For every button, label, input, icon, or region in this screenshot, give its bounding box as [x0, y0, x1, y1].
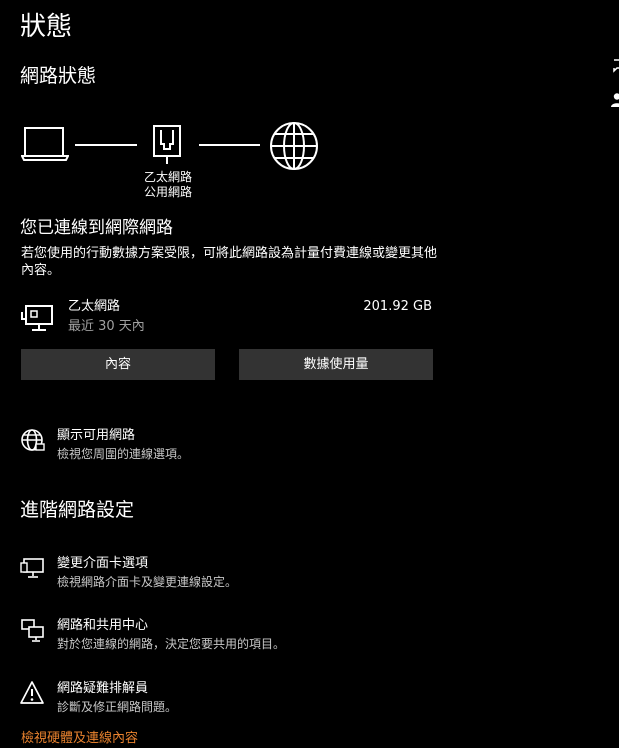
network-troubleshooter-link[interactable]: 網路疑難排解員 診斷及修正網路問題。: [20, 680, 440, 720]
show-networks-description: 檢視您周圍的連線選項。: [57, 447, 190, 461]
ethernet-port-icon: [153, 125, 181, 164]
laptop-icon: [21, 127, 69, 161]
warning-icon: [20, 681, 44, 704]
troubleshooter-description: 診斷及修正網路問題。: [57, 700, 178, 714]
properties-button[interactable]: 內容: [21, 349, 215, 380]
troubleshooter-title: 網路疑難排解員: [57, 681, 149, 696]
network-diagram: 乙太網路 公用網路: [0, 0, 340, 200]
person-icon[interactable]: [610, 92, 619, 108]
sharing-center-title: 網路和共用中心: [57, 618, 149, 633]
adapter-options-description: 檢視網路介面卡及變更連線設定。: [57, 575, 238, 589]
show-available-networks-link[interactable]: 顯示可用網路 檢視您周圍的連線選項。: [20, 427, 440, 467]
wired-network-icon: [21, 305, 53, 331]
data-usage-button[interactable]: 數據使用量: [239, 349, 433, 380]
advanced-settings-heading: 進階網路設定: [20, 499, 135, 521]
adapter-name: 乙太網路: [68, 299, 121, 314]
sharing-center-description: 對於您連線的網路，決定您要共用的項目。: [57, 637, 286, 651]
connection-type-label: 乙太網路: [143, 170, 192, 184]
adapter-options-icon: [20, 558, 44, 578]
view-hardware-properties-link[interactable]: 檢視硬體及連線內容: [21, 730, 138, 748]
adapter-data-usage: 201.92 GB: [363, 299, 432, 314]
connection-status-title: 您已連線到網際網路: [20, 218, 173, 238]
change-adapter-options-link[interactable]: 變更介面卡選項 檢視網路介面卡及變更連線設定。: [20, 555, 440, 595]
show-networks-title: 顯示可用網路: [57, 428, 136, 443]
network-profile-label: 公用網路: [143, 185, 192, 199]
adapter-options-title: 變更介面卡選項: [57, 556, 149, 571]
chat-icon[interactable]: [610, 58, 619, 74]
connection-status-description: 若您使用的行動數據方案受限，可將此網路設為計量付費連線或變更其他內容。: [21, 246, 438, 278]
adapter-period: 最近 30 天內: [68, 319, 145, 334]
sharing-center-icon: [21, 619, 44, 642]
network-globe-icon: [21, 429, 45, 451]
connection-line: [199, 144, 260, 146]
connection-line: [75, 144, 137, 146]
network-sharing-center-link[interactable]: 網路和共用中心 對於您連線的網路，決定您要共用的項目。: [20, 617, 440, 657]
connection-caption: 乙太網路 公用網路: [128, 170, 208, 200]
globe-icon: [270, 122, 318, 170]
